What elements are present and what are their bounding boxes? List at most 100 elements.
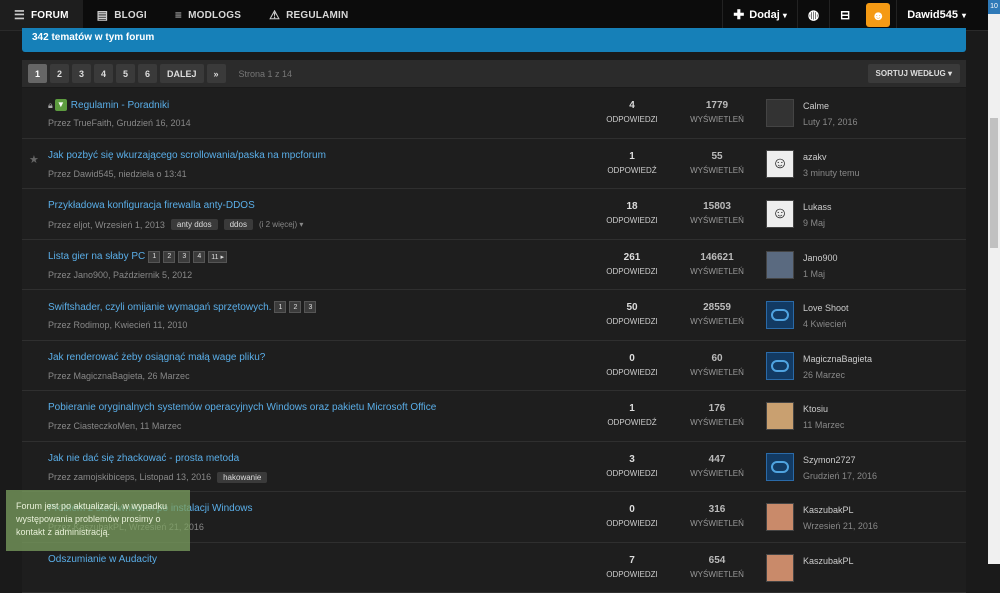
topic-row: Jak renderować żeby osiągnąć małą wage p… xyxy=(22,341,966,392)
last-post-time[interactable]: 4 Kwiecień xyxy=(803,319,849,329)
last-post-time[interactable]: Wrzesień 21, 2016 xyxy=(803,521,878,531)
last-post-time[interactable]: Luty 17, 2016 xyxy=(803,117,858,127)
topic-title-line: Odszumianie w Audacity xyxy=(48,554,157,565)
topic-title-line: Przykładowa konfiguracja firewalla anty-… xyxy=(48,200,255,211)
last-post-time[interactable]: 11 Marzec xyxy=(803,420,844,430)
inbox-button[interactable]: ⊟ xyxy=(829,0,860,30)
last-post-time[interactable]: Grudzień 17, 2016 xyxy=(803,471,877,481)
topic-meta: Przez eljot, Wrzesień 1, 2013anty ddosdd… xyxy=(48,219,303,230)
replies-stat: 50ODPOWIEDZI xyxy=(592,302,672,326)
avatar[interactable] xyxy=(766,402,794,430)
add-button[interactable]: ✚ Dodaj ▾ xyxy=(722,0,796,30)
views-stat: 28559WYŚWIETLEŃ xyxy=(677,302,757,326)
views-label: WYŚWIETLEŃ xyxy=(677,216,757,225)
user-name: Dawid545 xyxy=(907,9,958,21)
topic-row: Lista gier na słaby PC123411 ▸Przez Jano… xyxy=(22,240,966,291)
last-post: Szymon2727 Grudzień 17, 2016 xyxy=(766,453,877,481)
page-button-6[interactable]: 6 xyxy=(138,64,157,83)
last-post-time[interactable]: 3 minuty temu xyxy=(803,168,860,178)
topbar-end xyxy=(976,0,988,30)
nav-item-forum[interactable]: ☰FORUM xyxy=(0,0,83,30)
page-button-4[interactable]: 4 xyxy=(94,64,113,83)
sort-button[interactable]: SORTUJ WEDŁUG ▾ xyxy=(868,64,960,83)
last-page-button[interactable]: » xyxy=(207,64,226,83)
star-icon[interactable]: ★ xyxy=(29,153,39,166)
last-poster-name[interactable]: Ktosiu xyxy=(803,404,844,414)
user-menu[interactable]: Dawid545 ▾ xyxy=(896,0,976,30)
topic-page-button[interactable]: 1 xyxy=(148,251,160,263)
page-buttons: 123456 xyxy=(28,64,160,83)
more-tags-link[interactable]: (i 2 więcej) ▾ xyxy=(259,220,303,229)
topic-tag[interactable]: anty ddos xyxy=(171,219,218,230)
last-post-time[interactable]: 26 Marzec xyxy=(803,370,872,380)
avatar[interactable] xyxy=(766,99,794,127)
book-icon: ▤ xyxy=(97,8,109,22)
nav-item-modlogs[interactable]: ≡MODLOGS xyxy=(161,0,255,30)
replies-label: ODPOWIEDZI xyxy=(592,216,672,225)
topic-title[interactable]: Swiftshader, czyli omijanie wymagań sprz… xyxy=(48,302,271,313)
notification-count[interactable]: 10 xyxy=(988,0,1000,14)
avatar[interactable] xyxy=(766,352,794,380)
topic-title[interactable]: Regulamin - Poradniki xyxy=(71,100,169,111)
last-poster-name[interactable]: KaszubakPL xyxy=(803,556,854,566)
topic-title[interactable]: Pobieranie oryginalnych systemów operacy… xyxy=(48,402,436,413)
page-button-5[interactable]: 5 xyxy=(116,64,135,83)
topic-title[interactable]: Przykładowa konfiguracja firewalla anty-… xyxy=(48,200,255,211)
page-button-3[interactable]: 3 xyxy=(72,64,91,83)
avatar[interactable] xyxy=(766,251,794,279)
last-post-time[interactable]: 1 Maj xyxy=(803,269,838,279)
topic-page-button[interactable]: 3 xyxy=(178,251,190,263)
last-poster-name[interactable]: MagicznaBagieta xyxy=(803,354,872,364)
topic-tag[interactable]: ddos xyxy=(224,219,253,230)
topic-title[interactable]: Odszumianie w Audacity xyxy=(48,554,157,565)
update-notice[interactable]: Forum jest po aktualizacji, w wypadku wy… xyxy=(6,490,190,551)
globe-button[interactable]: ◍ xyxy=(797,0,829,30)
next-page-button[interactable]: DALEJ xyxy=(160,64,204,83)
topic-title[interactable]: Jak pozbyć się wkurzającego scrollowania… xyxy=(48,150,326,161)
replies-count: 0 xyxy=(592,353,672,364)
nav-item-regulamin[interactable]: ⚠REGULAMIN xyxy=(255,0,362,30)
pagination-bar: 123456 DALEJ » Strona 1 z 14 SORTUJ WEDŁ… xyxy=(22,60,966,87)
topic-page-button[interactable]: 1 xyxy=(274,301,286,313)
scrollbar-thumb[interactable] xyxy=(990,118,998,248)
page-button-1[interactable]: 1 xyxy=(28,64,47,83)
nav-item-blogi[interactable]: ▤BLOGI xyxy=(83,0,161,30)
last-poster-name[interactable]: Calme xyxy=(803,101,858,111)
plus-icon: ✚ xyxy=(733,7,744,23)
last-post-time[interactable]: 9 Maj xyxy=(803,218,832,228)
replies-stat: 1ODPOWIEDŹ xyxy=(592,403,672,427)
replies-count: 50 xyxy=(592,302,672,313)
avatar[interactable] xyxy=(766,150,794,178)
topic-page-button[interactable]: 3 xyxy=(304,301,316,313)
avatar[interactable] xyxy=(766,200,794,228)
views-stat: 1779WYŚWIETLEŃ xyxy=(677,100,757,124)
last-poster-name[interactable]: KaszubakPL xyxy=(803,505,878,515)
last-poster-name[interactable]: Love Shoot xyxy=(803,303,849,313)
scrollbar[interactable] xyxy=(988,0,1000,564)
topic-title[interactable]: Jak nie dać się zhackować - prosta metod… xyxy=(48,453,239,464)
avatar[interactable] xyxy=(766,554,794,582)
topic-page-button[interactable]: 11 ▸ xyxy=(208,251,227,263)
avatar[interactable] xyxy=(766,503,794,531)
topic-row: 🔒︎▼Regulamin - PoradnikiPrzez TrueFaith,… xyxy=(22,88,966,139)
replies-stat: 18ODPOWIEDZI xyxy=(592,201,672,225)
last-poster-name[interactable]: Jano900 xyxy=(803,253,838,263)
avatar[interactable] xyxy=(766,301,794,329)
topic-title[interactable]: Lista gier na słaby PC xyxy=(48,251,145,262)
page-button-2[interactable]: 2 xyxy=(50,64,69,83)
last-poster-name[interactable]: Szymon2727 xyxy=(803,455,877,465)
topic-title[interactable]: Jak renderować żeby osiągnąć małą wage p… xyxy=(48,352,265,363)
topic-page-button[interactable]: 2 xyxy=(289,301,301,313)
views-label: WYŚWIETLEŃ xyxy=(677,469,757,478)
discord-icon[interactable]: ☻ xyxy=(866,3,890,27)
last-poster-name[interactable]: Lukass xyxy=(803,202,832,212)
topic-tag[interactable]: hakowanie xyxy=(217,472,267,483)
topic-page-button[interactable]: 4 xyxy=(193,251,205,263)
last-poster-name[interactable]: azakv xyxy=(803,152,860,162)
topic-row: Swiftshader, czyli omijanie wymagań sprz… xyxy=(22,290,966,341)
replies-count: 1 xyxy=(592,151,672,162)
replies-label: ODPOWIEDZI xyxy=(592,267,672,276)
avatar[interactable] xyxy=(766,453,794,481)
page-info: Strona 1 z 14 xyxy=(239,69,293,79)
topic-page-button[interactable]: 2 xyxy=(163,251,175,263)
